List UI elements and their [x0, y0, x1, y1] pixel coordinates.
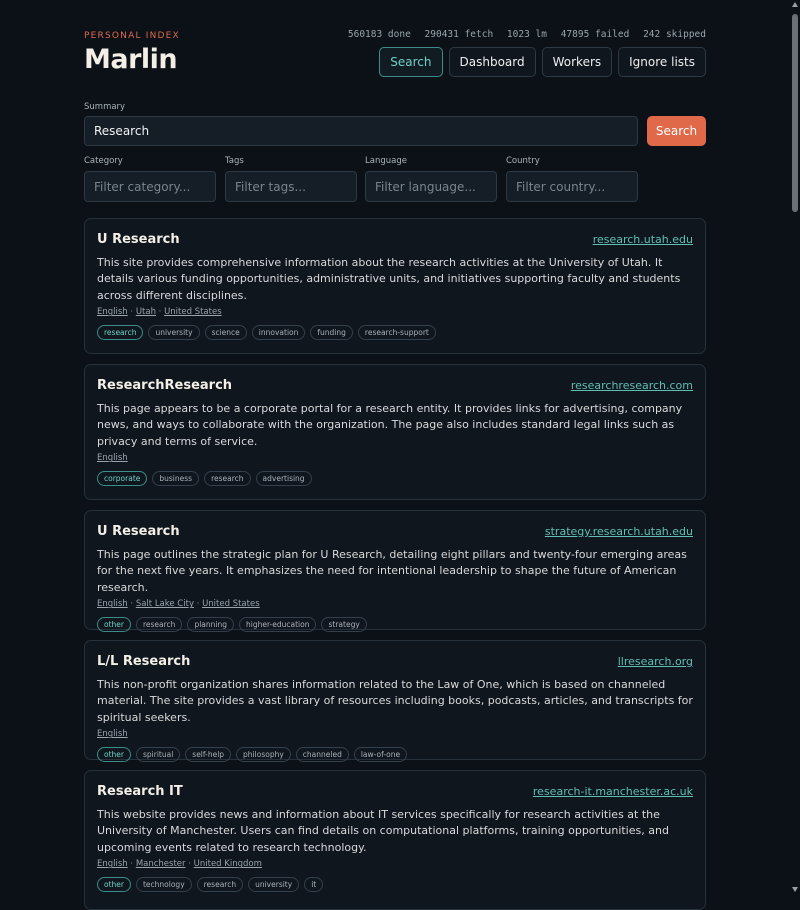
tag[interactable]: business [152, 471, 200, 487]
result-description: This page outlines the strategic plan fo… [97, 548, 687, 594]
result-description: This non-profit organization shares info… [97, 678, 693, 724]
vertical-scrollbar[interactable] [790, 0, 800, 894]
tag[interactable]: it [304, 877, 324, 893]
result-card: L/L Research llresearch.org This non-pro… [84, 640, 706, 763]
result-meta: English · Manchester · United Kingdom [97, 859, 262, 870]
meta-language-link[interactable]: English [97, 599, 128, 609]
app-title: Marlin [84, 44, 178, 75]
tag[interactable]: planning [187, 617, 234, 633]
category-tag[interactable]: other [97, 747, 131, 763]
category-filter: Category Filter category... [84, 156, 216, 202]
tag[interactable]: technology [135, 877, 192, 893]
tag[interactable]: science [204, 325, 247, 341]
scroll-down-arrow-icon[interactable] [792, 887, 798, 892]
result-tags: research university science innovation f… [97, 325, 693, 341]
nav-ignore-lists-button[interactable]: Ignore lists [618, 47, 706, 77]
category-input[interactable]: Filter category... [84, 171, 216, 202]
result-description: This site provides comprehensive informa… [97, 256, 681, 302]
stat-failed: 47895 failed [560, 29, 630, 40]
result-card: Research IT research-it.manchester.ac.uk… [84, 770, 706, 910]
tag[interactable]: research [196, 877, 244, 893]
result-description: This page appears to be a corporate port… [97, 402, 683, 448]
tag[interactable]: research-support [357, 325, 436, 341]
country-label: Country [506, 156, 540, 166]
language-input[interactable]: Filter language... [365, 171, 497, 202]
result-domain-link[interactable]: llresearch.org [618, 655, 693, 668]
tag[interactable]: higher-education [238, 617, 317, 633]
meta-country-link[interactable]: United States [164, 307, 222, 317]
category-tag[interactable]: other [97, 617, 131, 633]
result-meta: English [97, 729, 693, 739]
nav-workers-button[interactable]: Workers [541, 47, 613, 77]
result-meta: English [97, 453, 693, 463]
summary-label: Summary [84, 102, 126, 112]
result-tags: other spiritual self-help philosophy cha… [97, 747, 693, 763]
search-button[interactable]: Search [647, 116, 706, 146]
category-tag[interactable]: research [97, 325, 144, 341]
meta-country-link[interactable]: United States [202, 599, 260, 609]
country-filter: Country Filter country... [506, 156, 638, 202]
meta-language-link[interactable]: English [97, 453, 128, 463]
meta-region-link[interactable]: Salt Lake City [136, 599, 194, 609]
country-input[interactable]: Filter country... [506, 171, 638, 202]
stat-skipped: 242 skipped [643, 29, 706, 40]
result-domain-link[interactable]: research.utah.edu [593, 233, 693, 246]
tag[interactable]: advertising [255, 471, 312, 487]
tag[interactable]: philosophy [236, 747, 291, 763]
tag[interactable]: innovation [251, 325, 306, 341]
result-meta: English · Utah · United States [97, 307, 222, 318]
result-domain-link[interactable]: research-it.manchester.ac.uk [533, 785, 693, 798]
result-title: ResearchResearch [97, 378, 233, 393]
stat-fetch: 290431 fetch [424, 29, 494, 40]
tag[interactable]: research [204, 471, 251, 487]
language-filter: Language Filter language... [365, 156, 497, 202]
tag[interactable]: university [248, 877, 300, 893]
tag[interactable]: self-help [185, 747, 232, 763]
tags-filter: Tags Filter tags... [225, 156, 357, 202]
tags-input[interactable]: Filter tags... [225, 171, 357, 202]
result-domain-link[interactable]: researchresearch.com [571, 379, 693, 392]
result-card: U Research strategy.research.utah.edu Th… [84, 510, 706, 633]
tag[interactable]: channeled [295, 747, 349, 763]
result-card: ResearchResearch researchresearch.com Th… [84, 364, 706, 500]
tags-label: Tags [225, 156, 244, 166]
summary-input[interactable]: Research [84, 116, 638, 146]
language-label: Language [365, 156, 407, 166]
meta-region-link[interactable]: Utah [136, 307, 156, 317]
meta-country-link[interactable]: United Kingdom [194, 859, 262, 869]
meta-language-link[interactable]: English [97, 307, 128, 317]
stat-lm: 1023 lm [506, 29, 547, 40]
tag[interactable]: spiritual [135, 747, 181, 763]
stats-bar: 560183 done 290431 fetch 1023 lm 47895 f… [340, 29, 706, 40]
result-title: L/L Research [97, 654, 191, 669]
tag[interactable]: funding [310, 325, 353, 341]
result-tags: corporate business research advertising [97, 471, 693, 487]
meta-language-link[interactable]: English [97, 859, 128, 869]
result-card: U Research research.utah.edu This site p… [84, 218, 706, 354]
result-tags: other technology research university it [97, 877, 693, 893]
main-nav: Search Dashboard Workers Ignore lists [379, 47, 706, 77]
result-title: U Research [97, 524, 180, 539]
tag[interactable]: law-of-one [353, 747, 408, 763]
meta-language-link[interactable]: English [97, 729, 128, 739]
tag[interactable]: university [148, 325, 200, 341]
result-title: U Research [97, 232, 180, 247]
result-tags: other research planning higher-education… [97, 617, 693, 633]
category-tag[interactable]: corporate [97, 471, 148, 487]
nav-dashboard-button[interactable]: Dashboard [448, 47, 536, 77]
meta-region-link[interactable]: Manchester [136, 859, 186, 869]
scrollbar-thumb[interactable] [792, 14, 798, 212]
result-title: Research IT [97, 784, 183, 799]
scroll-up-arrow-icon[interactable] [792, 2, 798, 7]
result-meta: English · Salt Lake City · United States [97, 599, 260, 610]
nav-search-button[interactable]: Search [379, 47, 443, 77]
tag[interactable]: strategy [321, 617, 367, 633]
result-domain-link[interactable]: strategy.research.utah.edu [545, 525, 693, 538]
app-eyebrow: PERSONAL INDEX [84, 31, 180, 41]
category-label: Category [84, 156, 123, 166]
stat-done: 560183 done [347, 29, 411, 40]
category-tag[interactable]: other [97, 877, 131, 893]
result-description: This website provides news and informati… [97, 808, 669, 854]
tag[interactable]: research [135, 617, 183, 633]
